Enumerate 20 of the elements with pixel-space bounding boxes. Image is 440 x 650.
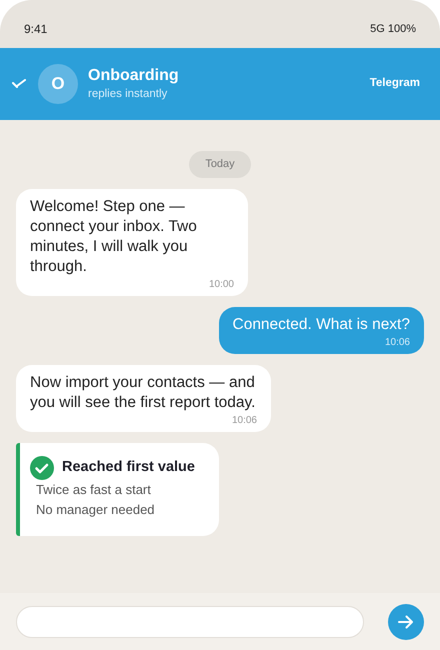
app-name: Telegram [370,76,420,92]
chat-subtitle: replies instantly [88,87,168,102]
send-button[interactable] [388,604,424,640]
arrow-right-icon [398,614,414,628]
message-text: Connected. What is next? [232,314,410,334]
message-time: 10:06 [232,414,257,428]
status-indicators: 5G 100% [370,22,416,37]
status-time: 9:41 [24,21,48,38]
check-circle-icon [30,456,54,480]
message-time: 10:00 [208,278,234,292]
message-text: Now import your contacts — and you will see the first report today. [30,372,256,412]
chat-title: Onboarding [88,66,179,86]
card-line: Twice as fast a start [36,480,152,498]
card-title: Reached first value [62,458,195,477]
message-text: Welcome! Step one — connect your inbox. Two minutes, I will walk you through. [30,196,198,276]
message-input[interactable] [16,606,364,638]
message-time: 10:06 [384,336,410,350]
card-line: No manager needed [36,500,156,519]
date-chip: Today [189,151,251,178]
avatar: O [38,64,78,104]
